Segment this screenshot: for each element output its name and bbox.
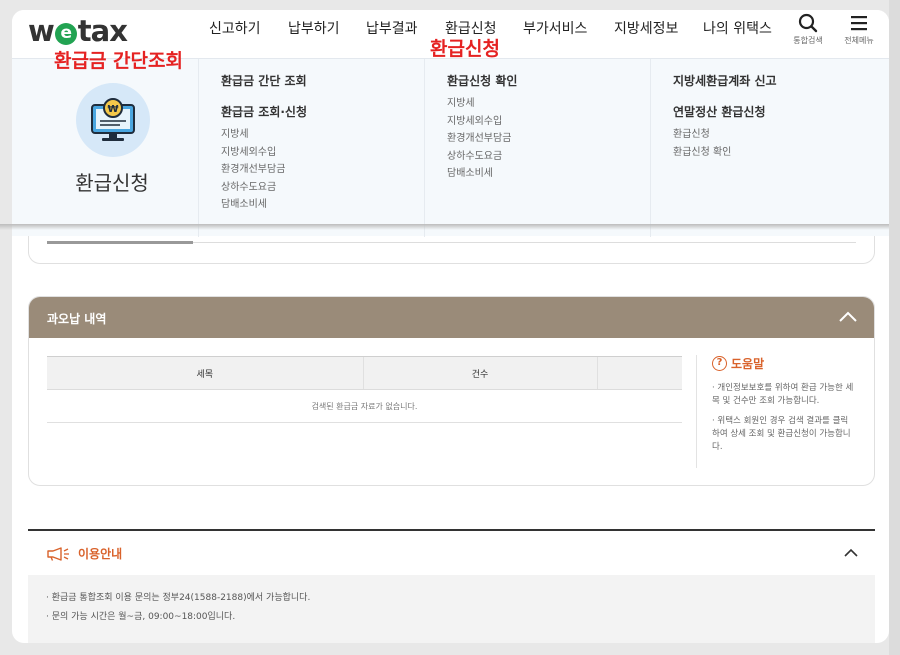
hamburger-menu-icon	[851, 16, 867, 31]
help-title: ? 도움말	[712, 355, 856, 372]
monitor-coin-icon: ₩	[91, 98, 135, 141]
help-title-text: 도움말	[731, 357, 765, 371]
nav-extra-services[interactable]: 부가서비스	[523, 18, 587, 38]
page-scrollbar[interactable]	[889, 0, 900, 655]
menu-item[interactable]: 상하수도요금	[447, 148, 650, 166]
menu-item[interactable]: 환급신청	[673, 126, 876, 144]
help-line-2: · 위택스 회원인 경우 검색 결과를 클릭하여 상세 조회 및 환급신청이 가…	[712, 416, 851, 452]
mega-col-refund-inquiry: 환급금 간단 조회 환급금 조회·신청 지방세 지방세외수입 환경개선부담금 상…	[198, 59, 424, 237]
chevron-up-icon[interactable]	[838, 309, 858, 323]
refund-badge: ₩	[76, 83, 150, 157]
question-icon: ?	[712, 356, 727, 371]
menu-refund-account-report[interactable]: 지방세환급계좌 신고	[673, 72, 876, 89]
menu-tool[interactable]: 전체메뉴	[839, 13, 879, 46]
menu-item[interactable]: 지방세	[447, 95, 650, 113]
usage-line-1: · 환급금 통합조회 이용 문의는 정부24(1588-2188)에서 가능합니…	[46, 593, 311, 603]
nav-local-tax-info[interactable]: 지방세정보	[614, 18, 678, 38]
overpayment-table: 세목 건수 검색된 환급금 자료가 없습니다.	[47, 356, 682, 423]
nav-my-wetax[interactable]: 나의 위택스	[703, 18, 772, 38]
overpayment-panel: 과오납 내역 세목 건수 검색된 환급금 자료가 없습니다. ? 도움말 · 개…	[28, 296, 875, 486]
menu-item[interactable]: 환경개선부담금	[447, 130, 650, 148]
help-box: ? 도움말 · 개인정보보호를 위하여 환급 가능한 세목 및 건수만 조회 가…	[696, 355, 856, 468]
usage-guide-panel: 이용안내 · 환급금 통합조회 이용 문의는 정부24(1588-2188)에서…	[28, 529, 875, 643]
menu-item[interactable]: 지방세	[221, 126, 424, 144]
refund-mega-menu: ₩ 환급신청 환급금 간단 조회 환급금 조회·신청 지방세 지방세외수입 환경…	[12, 58, 889, 237]
table-row: 검색된 환급금 자료가 없습니다.	[47, 389, 682, 423]
menu-yearend-refund[interactable]: 연말정산 환급신청	[673, 103, 876, 120]
logo-text-w: w	[28, 14, 55, 48]
search-icon	[798, 13, 818, 33]
search-tool[interactable]: 통합검색	[788, 13, 828, 46]
annotation-refund-apply: 환급신청	[430, 38, 500, 60]
svg-text:₩: ₩	[107, 104, 118, 115]
menu-item[interactable]: 환급신청 확인	[673, 144, 876, 162]
menu-item[interactable]: 지방세외수입	[447, 113, 650, 131]
logo-text-tax: tax	[77, 14, 128, 48]
col-empty	[596, 356, 682, 390]
usage-line-2: · 문의 가능 시간은 월~금, 09:00~18:00입니다.	[46, 612, 236, 622]
menu-tool-label: 전체메뉴	[844, 36, 874, 45]
menu-item[interactable]: 지방세외수입	[221, 144, 424, 162]
nav-pay-result[interactable]: 납부결과	[366, 18, 418, 38]
menu-refund-confirm[interactable]: 환급신청 확인	[447, 72, 650, 89]
menu-refund-inquiry-apply[interactable]: 환급금 조회·신청	[221, 103, 424, 120]
mega-col-refund-confirm: 환급신청 확인 지방세 지방세외수입 환경개선부담금 상하수도요금 담배소비세	[424, 59, 650, 237]
menu-item[interactable]: 담배소비세	[221, 196, 424, 214]
menu-item[interactable]: 상하수도요금	[221, 179, 424, 197]
empty-result-message: 검색된 환급금 자료가 없습니다.	[47, 389, 682, 423]
menu-refund-quick-inquiry[interactable]: 환급금 간단 조회	[221, 72, 424, 89]
refund-search-card	[28, 236, 875, 264]
overpayment-panel-header[interactable]: 과오납 내역	[29, 297, 874, 338]
usage-guide-body: · 환급금 통합조회 이용 문의는 정부24(1588-2188)에서 가능합니…	[28, 575, 875, 643]
mega-col-account-yearend: 지방세환급계좌 신고 연말정산 환급신청 환급신청 환급신청 확인	[650, 59, 876, 237]
col-tax-item: 세목	[47, 356, 363, 390]
menu-item[interactable]: 환경개선부담금	[221, 161, 424, 179]
overpayment-panel-title: 과오납 내역	[47, 312, 107, 326]
annotation-quick-inquiry: 환급금 간단조회	[54, 50, 183, 72]
browser-page: w e tax 신고하기 납부하기 납부결과 환급신청 부가서비스 지방세정보 나의…	[12, 10, 889, 643]
usage-guide-title-text: 이용안내	[78, 547, 123, 561]
nav-pay[interactable]: 납부하기	[288, 18, 340, 38]
col-count: 건수	[362, 356, 597, 390]
usage-guide-header[interactable]: 이용안내	[28, 531, 875, 575]
usage-guide-title: 이용안내	[46, 545, 122, 562]
help-line-1: · 개인정보보호를 위하여 환급 가능한 세목 및 건수만 조회 가능합니다.	[712, 383, 854, 406]
mega-menu-title: 환급신청	[75, 171, 149, 195]
megaphone-icon	[47, 546, 69, 561]
menu-item[interactable]: 담배소비세	[447, 165, 650, 183]
table-header-row: 세목 건수	[47, 356, 682, 390]
wetax-logo[interactable]: w e tax	[28, 14, 128, 48]
dropdown-shadow	[0, 224, 900, 230]
logo-e-badge: e	[54, 23, 77, 45]
chevron-up-icon[interactable]	[843, 547, 859, 557]
tab-indicator	[47, 241, 193, 244]
nav-report[interactable]: 신고하기	[209, 18, 261, 38]
search-tool-label: 통합검색	[793, 36, 823, 45]
